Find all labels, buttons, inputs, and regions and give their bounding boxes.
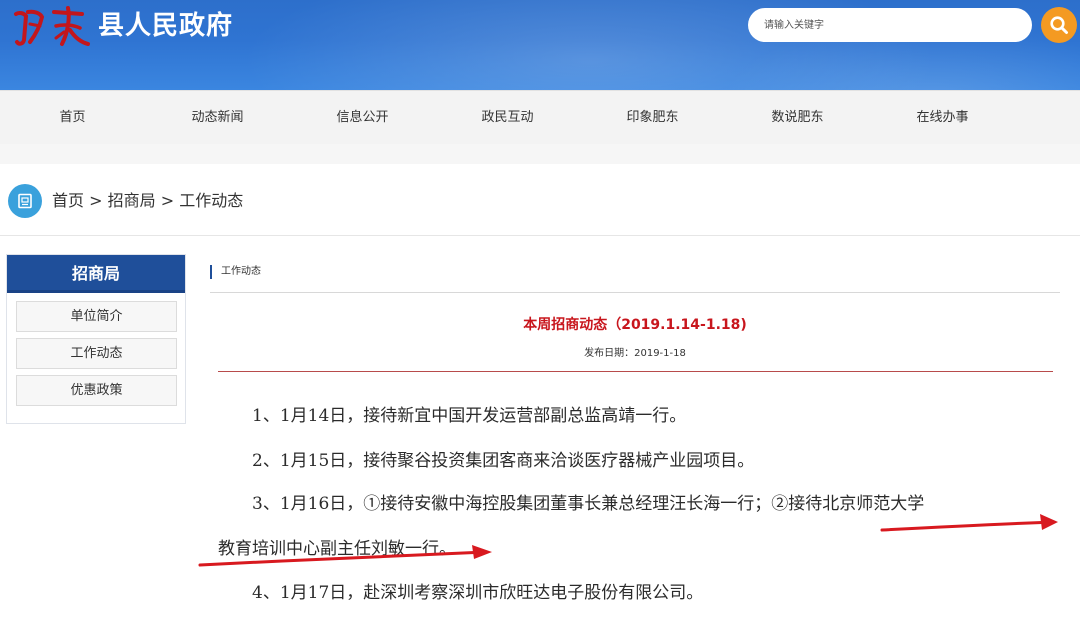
site-title: 县人民政府 — [98, 11, 234, 41]
nav-item-interaction[interactable]: 政民互动 — [435, 91, 580, 145]
annotation-arrow-right-icon — [880, 514, 1058, 532]
nav-item-home[interactable]: 首页 — [0, 91, 145, 145]
nav-item-statistics[interactable]: 数说肥东 — [725, 91, 870, 145]
sidebar-title: 招商局 — [7, 255, 185, 293]
search-icon — [1050, 16, 1068, 34]
site-header: 县人民政府 — [0, 0, 1080, 90]
section-divider — [210, 292, 1060, 293]
search-input[interactable] — [748, 8, 1032, 42]
main-nav: 首页 动态新闻 信息公开 政民互动 印象肥东 数说肥东 在线办事 — [0, 90, 1080, 144]
date-label: 发布日期： — [584, 348, 635, 359]
location-icon — [8, 184, 42, 218]
breadcrumb-current[interactable]: 工作动态 — [179, 188, 243, 214]
nav-item-info-disclosure[interactable]: 信息公开 — [290, 91, 435, 145]
date-value: 2019-1-18 — [634, 348, 686, 359]
breadcrumb-home[interactable]: 首页 — [52, 188, 84, 214]
breadcrumb-separator: > — [155, 191, 180, 210]
sidebar-item-work-news[interactable]: 工作动态 — [16, 338, 177, 369]
nav-item-online-service[interactable]: 在线办事 — [870, 91, 1015, 145]
sidebar: 招商局 单位简介 工作动态 优惠政策 — [6, 254, 186, 424]
breadcrumb-department[interactable]: 招商局 — [108, 188, 156, 214]
nav-item-impression[interactable]: 印象肥东 — [580, 91, 725, 145]
nav-spacer — [0, 144, 1080, 164]
article-paragraph: 4、1月17日，赴深圳考察深圳市欣旺达电子股份有限公司。 — [252, 583, 704, 603]
article-title: 本周招商动态（2019.1.14-1.18) — [523, 317, 747, 333]
breadcrumb: 首页 > 招商局 > 工作动态 — [0, 164, 1080, 236]
nav-item-news[interactable]: 动态新闻 — [145, 91, 290, 145]
section-label: 工作动态 — [210, 265, 261, 279]
search-button[interactable] — [1041, 7, 1077, 43]
article-paragraph: 1、1月14日，接待新宜中国开发运营部副总监高靖一行。 — [252, 406, 687, 426]
site-logo[interactable] — [10, 4, 92, 50]
article-paragraph: 3、1月16日，①接待安徽中海控股集团董事长兼总经理汪长海一行；②接待北京师范大… — [252, 494, 925, 514]
annotation-arrow-left-icon — [198, 545, 492, 567]
sidebar-item-intro[interactable]: 单位简介 — [16, 301, 177, 332]
article-date: 发布日期：2019-1-18 — [210, 346, 1060, 362]
sidebar-item-policies[interactable]: 优惠政策 — [16, 375, 177, 406]
breadcrumb-separator: > — [84, 191, 108, 210]
article-paragraph: 2、1月15日，接待聚谷投资集团客商来洽谈医疗器械产业园项目。 — [252, 451, 755, 471]
article-divider — [218, 371, 1053, 372]
